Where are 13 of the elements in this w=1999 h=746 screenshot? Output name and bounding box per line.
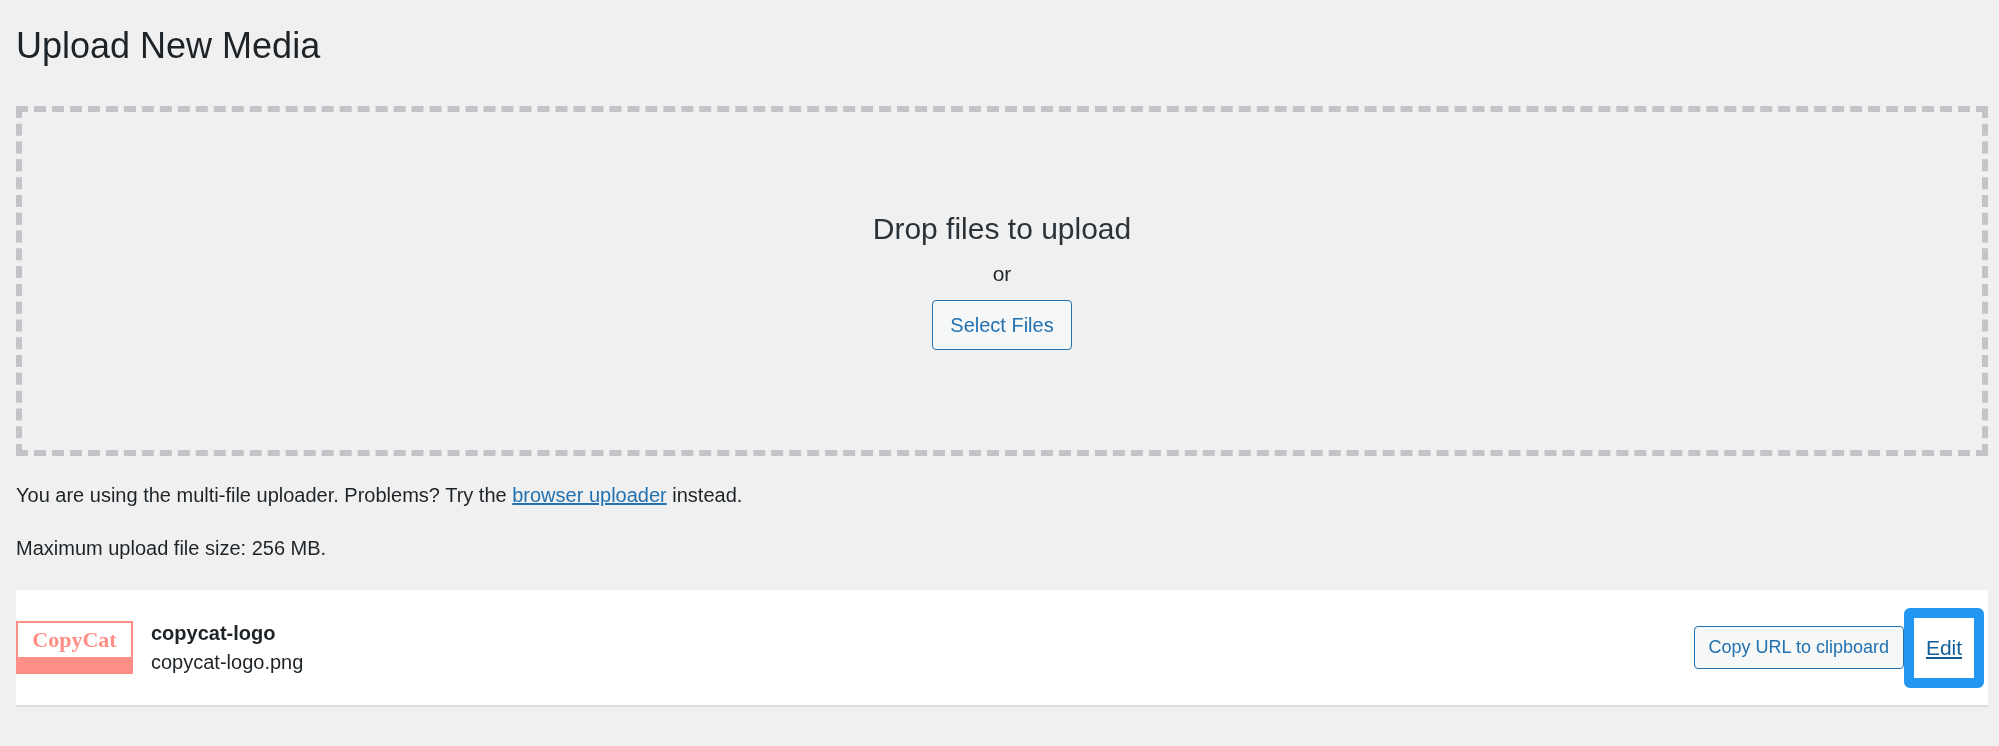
uploader-notice: You are using the multi-file uploader. Problems? Try the browser uploader instead. — [16, 484, 744, 507]
page-title: Upload New Media — [16, 24, 322, 68]
select-files-button[interactable]: Select Files — [932, 300, 1072, 350]
browser-uploader-link[interactable]: browser uploader — [512, 484, 667, 506]
edit-link[interactable]: Edit — [1904, 607, 1984, 688]
max-size-note: Maximum upload file size: 256 MB. — [16, 537, 328, 560]
file-name: copycat-logo.png — [151, 650, 304, 674]
file-title: copycat-logo — [151, 621, 277, 645]
drop-zone[interactable]: Drop files to upload or Select Files — [16, 106, 1988, 456]
copy-url-button[interactable]: Copy URL to clipboard — [1693, 626, 1904, 669]
or-label: or — [992, 262, 1012, 286]
logo-thumbnail: CopyCat — [16, 621, 133, 674]
drop-heading: Drop files to upload — [872, 212, 1132, 246]
